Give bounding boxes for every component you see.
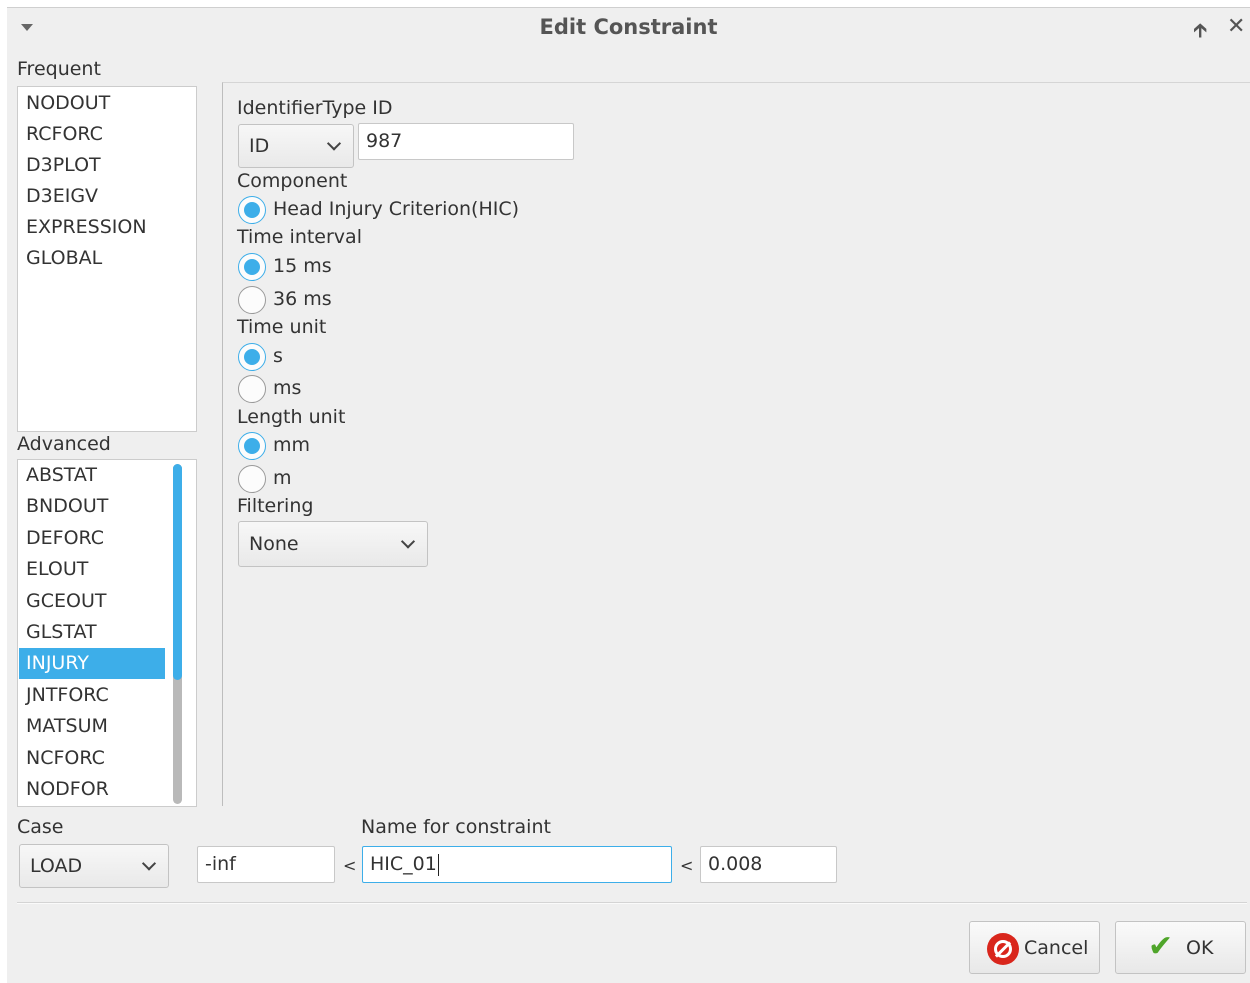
identifier-type-label: IdentifierType ID (237, 97, 393, 119)
identifier-type-value: ID (249, 135, 270, 157)
ok-button-label: OK (1186, 936, 1214, 959)
keep-above-icon[interactable]: 🡱 (1193, 16, 1207, 50)
radio-time-s-label[interactable]: s (273, 345, 283, 367)
constraint-panel: IdentifierType ID ID 987 Component Head … (222, 82, 1250, 806)
advanced-label: Advanced (17, 433, 111, 455)
radio-15ms-label[interactable]: 15 ms (273, 255, 332, 277)
radio-length-m-label[interactable]: m (273, 467, 292, 489)
radio-time-ms[interactable] (238, 375, 266, 403)
time-unit-label: Time unit (237, 316, 327, 338)
list-item[interactable]: NODFOR (19, 774, 165, 805)
chevron-down-icon (141, 856, 157, 871)
filtering-select[interactable]: None (238, 521, 428, 567)
advanced-list[interactable]: ABSTAT BNDOUT DEFORC ELOUT GCEOUT GLSTAT… (17, 459, 197, 807)
cancel-icon (987, 933, 1019, 965)
list-item[interactable]: NODOUT (19, 88, 110, 119)
frequent-list[interactable]: NODOUT RCFORC D3PLOT D3EIGV EXPRESSION G… (17, 86, 197, 432)
constraint-name-label: Name for constraint (361, 816, 551, 838)
window-title: Edit Constraint (539, 15, 718, 39)
scrollbar-thumb[interactable] (173, 464, 182, 680)
chevron-down-icon (400, 534, 416, 549)
list-item[interactable]: ELOUT (19, 554, 165, 585)
cancel-button-label: Cancel (1024, 936, 1089, 959)
less-than-symbol: < (343, 856, 357, 875)
upper-bound-input[interactable]: 0.008 (700, 846, 837, 883)
radio-time-s[interactable] (238, 343, 266, 371)
close-icon[interactable]: ✕ (1227, 14, 1245, 39)
less-than-symbol: < (680, 856, 694, 875)
radio-hic-label[interactable]: Head Injury Criterion(HIC) (273, 198, 519, 220)
case-select[interactable]: LOAD (19, 844, 169, 888)
case-value: LOAD (30, 855, 83, 877)
lower-bound-input[interactable]: -inf (197, 846, 335, 883)
edit-constraint-dialog: Edit Constraint 🡱 ✕ Frequent NODOUT RCFO… (7, 7, 1250, 983)
text-caret (437, 853, 439, 876)
filtering-value: None (249, 533, 299, 555)
list-item[interactable]: MATSUM (19, 711, 165, 742)
list-item[interactable]: D3PLOT (19, 150, 101, 181)
checkmark-icon: ✔ (1148, 929, 1174, 964)
case-label: Case (17, 816, 64, 838)
radio-length-m[interactable] (238, 465, 266, 493)
radio-length-mm[interactable] (238, 432, 266, 460)
constraint-name-value: HIC_01 (370, 853, 437, 875)
list-item[interactable]: D3EIGV (19, 181, 98, 212)
time-interval-label: Time interval (237, 226, 362, 248)
identifier-type-select[interactable]: ID (238, 124, 354, 168)
chevron-down-icon (326, 136, 342, 151)
identifier-id-input[interactable]: 987 (358, 123, 574, 160)
component-label: Component (237, 170, 348, 192)
list-item[interactable]: BNDOUT (19, 491, 165, 522)
filtering-label: Filtering (237, 495, 314, 517)
list-item-selected[interactable]: INJURY (19, 648, 165, 679)
cancel-button[interactable]: Cancel (969, 921, 1100, 974)
radio-length-mm-label[interactable]: mm (273, 434, 310, 456)
list-item[interactable]: GLOBAL (19, 243, 102, 274)
radio-36ms-label[interactable]: 36 ms (273, 288, 332, 310)
advanced-list-scrollbar[interactable] (173, 464, 182, 804)
ok-button[interactable]: ✔ OK (1115, 921, 1246, 974)
list-item[interactable]: JNTFORC (19, 680, 165, 711)
list-item[interactable]: GLSTAT (19, 617, 165, 648)
radio-hic[interactable] (238, 196, 266, 224)
list-item[interactable]: NCFORC (19, 743, 165, 774)
radio-time-ms-label[interactable]: ms (273, 377, 301, 399)
list-item[interactable]: GCEOUT (19, 586, 165, 617)
list-item[interactable]: RCFORC (19, 119, 103, 150)
title-bar: Edit Constraint 🡱 ✕ (7, 8, 1250, 48)
radio-36ms[interactable] (238, 286, 266, 314)
list-item[interactable]: DEFORC (19, 523, 165, 554)
frequent-label: Frequent (17, 58, 101, 80)
divider (17, 902, 1247, 904)
list-item[interactable]: EXPRESSION (19, 212, 147, 243)
length-unit-label: Length unit (237, 406, 346, 428)
list-item[interactable]: ABSTAT (19, 460, 165, 491)
constraint-name-input[interactable]: HIC_01 (362, 846, 672, 883)
radio-15ms[interactable] (238, 253, 266, 281)
